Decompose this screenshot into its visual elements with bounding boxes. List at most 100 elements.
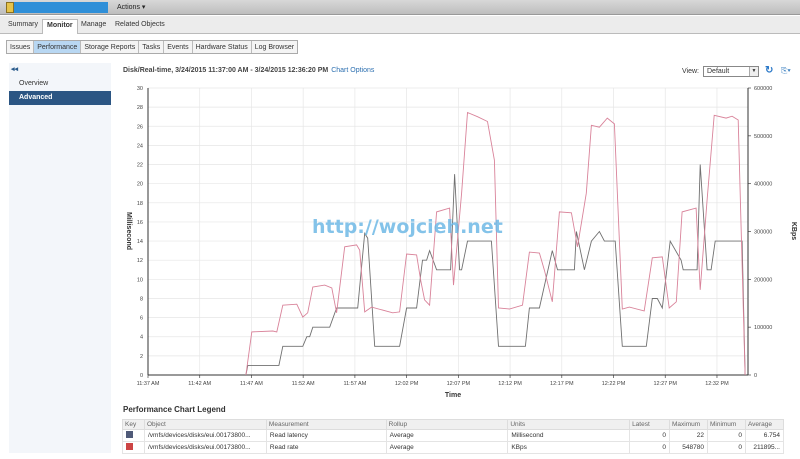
y-tick-label: 14 <box>137 239 143 245</box>
y-tick-label: 10 <box>137 277 143 283</box>
y2-tick-label: 100000 <box>754 325 772 331</box>
x-tick-label: 12:02 PM <box>395 381 419 387</box>
refresh-icon[interactable]: ↻ <box>765 65 773 76</box>
chart-header: Disk/Real-time, 3/24/2015 11:37:00 AM - … <box>123 67 374 74</box>
x-tick-label: 11:42 AM <box>188 381 211 387</box>
export-icon[interactable]: ⎘▾ <box>781 66 791 76</box>
watermark: http://wojcieh.net <box>312 216 503 238</box>
col-units[interactable]: Units <box>507 419 631 430</box>
subtab-events[interactable]: Events <box>164 41 193 53</box>
chevron-down-icon: ▼ <box>749 67 758 76</box>
legend-table: Key Object Measurement Rollup Units Late… <box>122 419 785 454</box>
legend-row[interactable]: /vmfs/devices/disks/eui.00173800... Read … <box>122 429 785 442</box>
x-tick-label: 11:52 AM <box>292 381 315 387</box>
cell-object: /vmfs/devices/disks/eui.00173800... <box>143 429 267 442</box>
cell-object: /vmfs/devices/disks/eui.00173800... <box>143 441 267 454</box>
cell-maximum: 22 <box>669 429 708 442</box>
x-tick-label: 11:47 AM <box>240 381 263 387</box>
tab-manage[interactable]: Manage <box>77 19 110 34</box>
x-tick-label: 12:32 PM <box>705 381 729 387</box>
y-tick-label: 28 <box>137 105 143 111</box>
col-measurement[interactable]: Measurement <box>265 419 387 430</box>
performance-sidebar: ◂◂ Overview Advanced <box>9 63 111 453</box>
view-value: Default <box>707 68 730 75</box>
y-tick-label: 30 <box>137 86 143 92</box>
series-color-swatch <box>126 431 133 438</box>
cell-minimum: 0 <box>706 429 746 442</box>
host-warning-icon <box>6 2 14 13</box>
y-tick-label: 12 <box>137 258 143 264</box>
col-maximum[interactable]: Maximum <box>669 419 708 430</box>
cell-units: KBps <box>507 441 631 454</box>
view-label: View: <box>682 68 699 75</box>
y2-tick-label: 300000 <box>754 230 772 236</box>
y-tick-label: 8 <box>140 296 143 302</box>
tab-related-objects[interactable]: Related Objects <box>111 19 169 34</box>
x-tick-label: 12:22 PM <box>602 381 626 387</box>
y-axis-label: Millisecond <box>125 212 132 250</box>
cell-units: Millisecond <box>507 429 631 442</box>
monitor-subtabs: Issues Performance Storage Reports Tasks… <box>6 40 299 54</box>
y-tick-label: 0 <box>140 373 143 379</box>
subtab-tasks[interactable]: Tasks <box>139 41 165 53</box>
cell-maximum: 548780 <box>669 441 708 454</box>
x-tick-label: 12:17 PM <box>550 381 574 387</box>
x-tick-label: 11:37 AM <box>137 381 160 387</box>
legend-title: Performance Chart Legend <box>123 405 226 414</box>
top-bar: Actions ▾ <box>0 0 800 15</box>
cell-key <box>122 441 145 454</box>
object-name-redacted <box>14 2 108 13</box>
sidebar-item-overview[interactable]: Overview <box>9 77 111 91</box>
y-tick-label: 6 <box>140 316 143 322</box>
col-object[interactable]: Object <box>143 419 267 430</box>
y2-axis-label: KBps <box>790 222 797 240</box>
y2-tick-label: 500000 <box>754 134 772 140</box>
y-tick-label: 4 <box>140 335 143 341</box>
subtab-log-browser[interactable]: Log Browser <box>252 41 297 53</box>
chart-options-link[interactable]: Chart Options <box>331 67 374 74</box>
subtab-issues[interactable]: Issues <box>7 41 35 53</box>
y-tick-label: 18 <box>137 201 143 207</box>
cell-latest: 0 <box>629 441 670 454</box>
y-tick-label: 2 <box>140 354 143 360</box>
x-tick-label: 11:57 AM <box>343 381 366 387</box>
subtab-storage-reports[interactable]: Storage Reports <box>81 41 140 53</box>
col-rollup[interactable]: Rollup <box>385 419 509 430</box>
col-average[interactable]: Average <box>744 419 785 430</box>
x-tick-label: 12:07 PM <box>447 381 471 387</box>
tab-monitor[interactable]: Monitor <box>42 19 78 34</box>
subtab-hardware-status[interactable]: Hardware Status <box>193 41 252 53</box>
x-tick-label: 12:27 PM <box>653 381 677 387</box>
y-tick-label: 26 <box>137 124 143 130</box>
performance-chart: 02468101214161820222426283011:37 AM 11:42… <box>125 86 797 399</box>
cell-average: 211895... <box>744 441 785 454</box>
y-tick-label: 22 <box>137 163 143 169</box>
y-tick-label: 20 <box>137 182 143 188</box>
cell-rollup: Average <box>385 441 509 454</box>
cell-average: 6.754 <box>744 429 785 442</box>
legend-row[interactable]: /vmfs/devices/disks/eui.00173800... Read … <box>122 441 785 454</box>
cell-measurement: Read latency <box>265 429 387 442</box>
main-tabs: Summary Monitor Manage Related Objects <box>0 16 800 34</box>
y2-tick-label: 600000 <box>754 86 772 92</box>
actions-menu[interactable]: Actions ▾ <box>117 3 145 11</box>
y2-tick-label: 0 <box>754 373 757 379</box>
subtab-performance[interactable]: Performance <box>34 41 82 53</box>
cell-key <box>122 429 145 442</box>
tab-summary[interactable]: Summary <box>4 19 42 34</box>
y-tick-label: 24 <box>137 143 143 149</box>
y2-tick-label: 400000 <box>754 182 772 188</box>
collapse-icon[interactable]: ◂◂ <box>11 65 18 73</box>
cell-rollup: Average <box>385 429 509 442</box>
chart-title: Disk/Real-time, 3/24/2015 11:37:00 AM - … <box>123 67 329 74</box>
cell-latest: 0 <box>629 429 670 442</box>
sidebar-item-advanced[interactable]: Advanced <box>9 91 111 105</box>
col-latest[interactable]: Latest <box>629 419 670 430</box>
y-tick-label: 16 <box>137 220 143 226</box>
view-select[interactable]: Default ▼ <box>703 66 759 77</box>
col-key[interactable]: Key <box>122 419 145 430</box>
col-minimum[interactable]: Minimum <box>706 419 746 430</box>
x-axis-label: Time <box>445 392 461 399</box>
cell-minimum: 0 <box>706 441 746 454</box>
x-tick-label: 12:12 PM <box>498 381 522 387</box>
